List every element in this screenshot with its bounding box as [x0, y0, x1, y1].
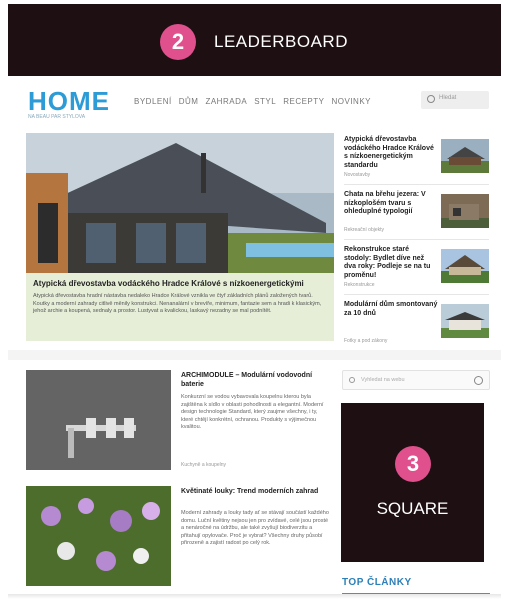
nav-item-zahrada[interactable]: ZAHRADA	[205, 97, 247, 106]
site-header: HOME NA BEAU PAR STYLOVA BYDLENÍ DŮM ZAH…	[8, 76, 501, 124]
side-article-title[interactable]: Atypická dřevostavba vodáckého Hradce Kr…	[344, 136, 438, 170]
side-article-thumbnail	[441, 194, 489, 228]
sidebar-search-input[interactable]: Vyhledat na webu	[342, 370, 490, 390]
side-article[interactable]: Chata na břehu jezera: V nízkoplošém tva…	[344, 185, 489, 240]
article-image	[26, 370, 171, 470]
top-articles-heading: TOP ČLÁNKY	[342, 572, 490, 595]
side-article[interactable]: Modulární dům smontovaný za 10 dnů Fotky…	[344, 295, 489, 350]
leaderboard-ad-slot: 2 LEADERBOARD	[8, 4, 501, 76]
square-label: SQUARE	[376, 499, 449, 518]
side-article[interactable]: Atypická dřevostavba vodáckého Hradce Kr…	[344, 130, 489, 185]
side-article-title[interactable]: Rekonstrukce staré stodoly: Bydlet díve …	[344, 246, 438, 280]
hero-title[interactable]: Atypická dřevostavba vodáckého Hradce Kr…	[33, 279, 327, 289]
page-edge	[501, 76, 509, 366]
side-article-thumbnail	[441, 304, 489, 338]
hero-article[interactable]: Atypická dřevostavba vodáckého Hradce Kr…	[26, 133, 334, 341]
side-article-title[interactable]: Chata na břehu jezera: V nízkoplošém tva…	[344, 191, 438, 217]
slot-number-badge: 3	[395, 446, 431, 482]
side-article-title[interactable]: Modulární dům smontovaný za 10 dnů	[344, 301, 438, 318]
article-excerpt: Moderní zahrady a louky tady ať se stáva…	[181, 510, 329, 546]
main-nav: BYDLENÍ DŮM ZAHRADA STYL RECEPTY NOVINKY	[134, 97, 371, 106]
feed-article[interactable]: Květinaté louky: Trend moderních zahrad …	[26, 486, 336, 596]
search-placeholder: Hledat	[439, 95, 457, 101]
square-ad-slot: 3 SQUARE	[341, 403, 484, 562]
slot-number-badge: 2	[160, 24, 196, 60]
hero-caption: Atypická dřevostavba vodáckého Hradce Kr…	[26, 273, 334, 341]
site-tagline: NA BEAU PAR STYLOVA	[28, 114, 86, 120]
nav-item-recepty[interactable]: RECEPTY	[283, 97, 324, 106]
side-article-thumbnail	[441, 139, 489, 173]
header-search-input[interactable]: Hledat	[421, 91, 489, 109]
side-article-meta: Rekreační objekty	[344, 227, 385, 233]
search-icon	[427, 95, 435, 103]
side-article-thumbnail	[441, 249, 489, 283]
sidebar-search-placeholder: Vyhledat na webu	[361, 377, 405, 383]
search-submit-icon[interactable]	[474, 376, 483, 385]
hero-excerpt: Atypická dřevostavba hradní nástavba ned…	[33, 293, 322, 314]
article-title[interactable]: ARCHIMODULE – Modulární vodovodní bateri…	[181, 372, 331, 389]
side-article-meta: Rekonstrukce	[344, 282, 375, 288]
article-excerpt: Konkurzní se vodou vybavovala koupelnu k…	[181, 394, 324, 430]
nav-item-styl[interactable]: STYL	[254, 97, 276, 106]
page-shadow	[8, 594, 501, 599]
nav-item-novinky[interactable]: NOVINKY	[332, 97, 372, 106]
nav-item-bydleni[interactable]: BYDLENÍ	[134, 97, 172, 106]
side-article-meta: Novostavby	[344, 172, 371, 178]
search-icon	[349, 377, 355, 383]
side-article[interactable]: Rekonstrukce staré stodoly: Bydlet díve …	[344, 240, 489, 295]
article-title[interactable]: Květinaté louky: Trend moderních zahrad	[181, 488, 331, 497]
side-article-meta: Fotky a pod zákony	[344, 338, 388, 344]
feed-article[interactable]: ARCHIMODULE – Modulární vodovodní bateri…	[26, 370, 336, 480]
hero-image	[26, 133, 334, 283]
site-logo[interactable]: HOME	[28, 86, 110, 117]
nav-item-dum[interactable]: DŮM	[179, 97, 199, 106]
article-meta: Kuchyně a koupelny	[181, 462, 227, 468]
leaderboard-label: LEADERBOARD	[214, 32, 348, 51]
top-articles-title: TOP ČLÁNKY	[342, 577, 412, 588]
featured-side-list: Atypická dřevostavba vodáckého Hradce Kr…	[344, 130, 489, 350]
article-image	[26, 486, 171, 586]
hero-section: Atypická dřevostavba vodáckého Hradce Kr…	[8, 124, 501, 350]
